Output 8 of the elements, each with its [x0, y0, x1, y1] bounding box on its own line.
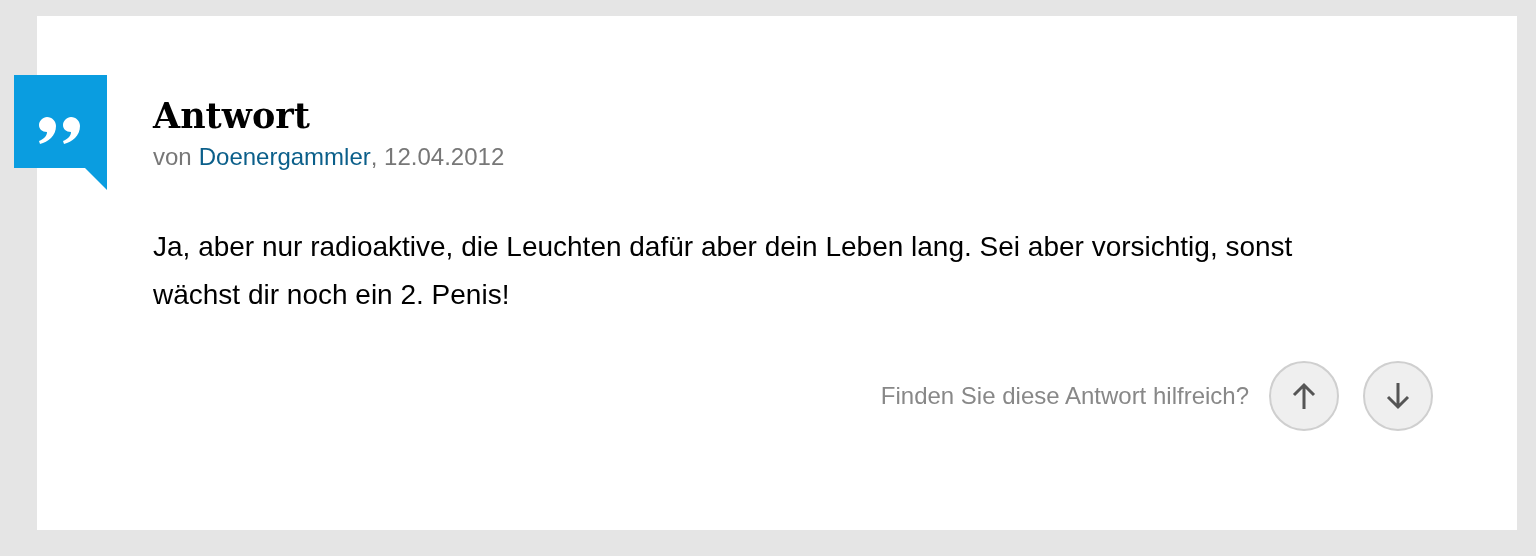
- arrow-up-icon: [1292, 382, 1316, 410]
- answer-text: Ja, aber nur radioaktive, die Leuchten dafür aber dein Leben lang. Sei aber vorsichtig, sonst wächst dir noch ein 2. Penis!: [153, 230, 1294, 312]
- answer-date: , 12.04.2012: [370, 142, 505, 172]
- author-link[interactable]: Doenergammler: [198, 141, 371, 173]
- byline-label: von: [153, 142, 192, 172]
- answer-title: Antwort: [153, 94, 310, 138]
- helpful-prompt: Finden Sie diese Antwort hilfreich?: [880, 381, 1249, 411]
- arrow-down-icon: [1386, 382, 1410, 410]
